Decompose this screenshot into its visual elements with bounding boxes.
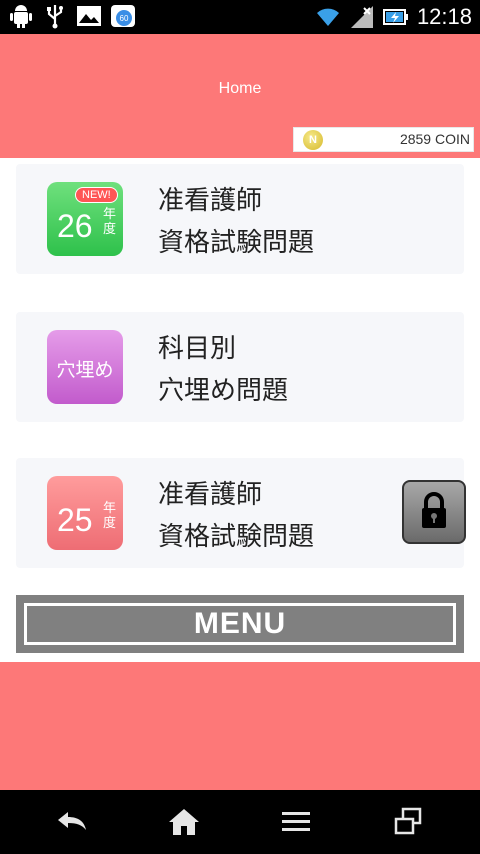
card-title: 科目別 [158, 334, 237, 364]
app-header: Home N 2859 COIN [0, 34, 480, 158]
clock: 12:18 [416, 4, 472, 29]
signal-icon [350, 6, 373, 28]
exam-26-icon: NEW! 26 年度 [47, 182, 123, 256]
status-left-icons: 60 [8, 3, 136, 29]
card-subtitle: 資格試験問題 [158, 228, 315, 258]
fill-in-icon: 穴埋め [47, 330, 123, 404]
icon-year-number: 25 [57, 502, 93, 538]
usb-icon [47, 5, 63, 29]
android-debug-icon [10, 5, 32, 28]
card-title: 准看護師 [158, 480, 263, 510]
status-right-icons: 12:18 [315, 3, 472, 31]
menu-button[interactable]: MENU [16, 595, 464, 653]
svg-text:60: 60 [120, 14, 129, 23]
image-icon [77, 6, 101, 26]
card-subtitle: 資格試験問題 [158, 522, 315, 552]
coin-count: 2859 COIN [399, 131, 470, 147]
recent-apps-icon [394, 807, 422, 835]
coin-icon: N [303, 130, 323, 150]
coin-balance[interactable]: N 2859 COIN [293, 127, 474, 152]
status-bar: 60 12:18 [0, 0, 480, 34]
navigation-bar [0, 790, 480, 854]
home-icon [169, 809, 199, 835]
page-title: Home [218, 80, 262, 97]
lock-button[interactable] [402, 480, 466, 544]
list-item-26-exam[interactable]: NEW! 26 年度 准看護師 資格試験問題 [16, 164, 464, 274]
exam-25-icon: 25 年度 [47, 476, 123, 550]
recent-apps-button[interactable] [388, 806, 428, 838]
icon-year-suffix: 年度 [103, 501, 117, 531]
icon-year-suffix: 年度 [103, 207, 117, 237]
menu-icon [282, 812, 310, 831]
lock-icon [422, 492, 446, 528]
icon-label: 穴埋め [56, 359, 114, 381]
card-title: 准看護師 [158, 186, 263, 216]
home-button[interactable] [164, 806, 204, 838]
back-icon [58, 812, 86, 830]
wifi-icon [316, 8, 339, 26]
list-item-25-exam[interactable]: 25 年度 准看護師 資格試験問題 [16, 458, 466, 568]
battery-charging-icon [382, 9, 408, 25]
menu-nav-button[interactable] [276, 806, 316, 838]
notification-60-icon: 60 [111, 5, 135, 27]
menu-label: MENU [24, 603, 456, 645]
footer-banner-area [0, 662, 480, 790]
list-item-fill-in[interactable]: 穴埋め 科目別 穴埋め問題 [16, 312, 464, 422]
main-content: NEW! 26 年度 准看護師 資格試験問題 穴埋め 科目別 穴埋め問題 25 … [0, 158, 480, 662]
icon-year-number: 26 [57, 208, 93, 244]
card-subtitle: 穴埋め問題 [158, 376, 289, 406]
new-badge: NEW! [75, 187, 118, 203]
back-button[interactable] [52, 806, 92, 838]
